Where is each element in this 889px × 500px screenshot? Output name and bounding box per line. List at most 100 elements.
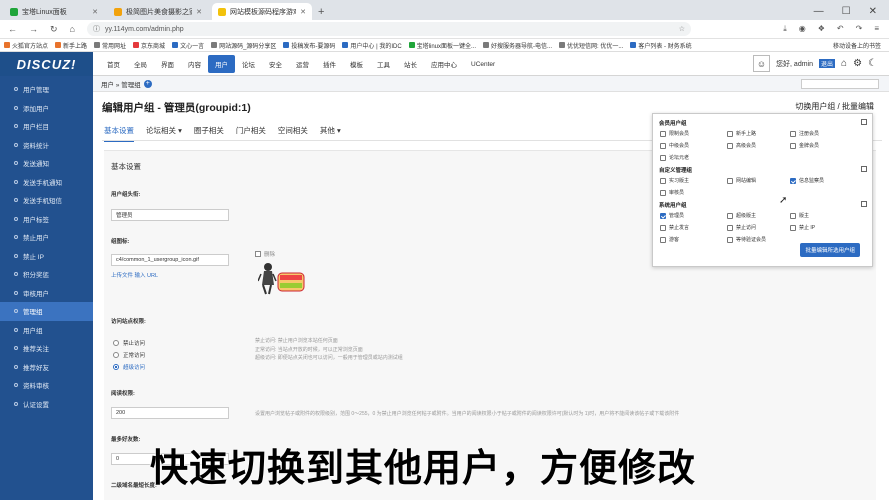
maximize-icon[interactable]: ☐ [842, 6, 851, 17]
checkbox-icon[interactable] [790, 130, 796, 137]
site-info-icon[interactable]: ⓘ [93, 24, 100, 34]
bookmark-item[interactable]: 投稿发布-要源码 [283, 41, 335, 50]
checkbox-icon[interactable] [727, 212, 733, 219]
top-nav-item[interactable]: 安全 [262, 55, 289, 73]
group-checkbox-item[interactable]: 禁止发言 [660, 224, 689, 231]
group-checkbox-item[interactable]: 新手上路 [727, 130, 756, 137]
checkbox-icon[interactable] [660, 189, 666, 196]
top-nav-item[interactable]: 全局 [127, 55, 154, 73]
group-checkbox-item[interactable]: 信息监察员 [790, 177, 824, 184]
group-checkbox-item[interactable]: 高级会员 [727, 142, 756, 149]
top-nav-item[interactable]: 插件 [316, 55, 343, 73]
bookmark-item[interactable]: 用户中心 | 我的IDC [342, 41, 402, 50]
top-nav-item[interactable]: 界面 [154, 55, 181, 73]
switch-group-link[interactable]: 切换用户组 / 批量编辑 [795, 101, 874, 112]
bookmark-item[interactable]: 网站源码_源码分享区 [211, 41, 276, 50]
close-tab-icon[interactable]: ✕ [196, 8, 202, 16]
batch-edit-button[interactable]: 批量编辑所选用户组 [800, 243, 860, 257]
avatar[interactable]: ☺ [753, 55, 771, 72]
checkbox-icon[interactable] [790, 212, 796, 219]
undo-icon[interactable]: ↶ [837, 24, 844, 34]
bookmark-item[interactable]: 客户列表 - 财务系统 [630, 41, 692, 50]
sidebar-item[interactable]: 发送手机通知 [0, 173, 93, 192]
url-field[interactable]: ⓘ yy.114ym.com/admin.php ☆ [86, 22, 691, 36]
logout-link[interactable]: 退出 [819, 59, 836, 68]
bookmark-item[interactable]: 常用网址 [94, 41, 126, 50]
checkbox-icon[interactable] [727, 142, 733, 149]
forward-icon[interactable]: → [29, 24, 38, 35]
close-tab-icon[interactable]: ✕ [92, 8, 98, 16]
checkbox-icon[interactable] [660, 236, 666, 243]
admin-search-input[interactable] [801, 79, 879, 89]
bookmark-star-icon[interactable]: ☆ [679, 25, 685, 33]
checkbox-icon[interactable] [790, 142, 796, 149]
sidebar-item[interactable]: 用户栏目 [0, 117, 93, 136]
select-all-checkbox[interactable] [861, 201, 867, 207]
top-nav-item[interactable]: 工具 [370, 55, 397, 73]
checkbox-icon[interactable] [660, 154, 666, 161]
bookmark-item[interactable]: 宝塔linux面板一键全... [408, 41, 476, 50]
home-icon[interactable]: ⌂ [70, 24, 75, 35]
access-radio-deny[interactable]: 禁止访问 [113, 339, 145, 347]
group-checkbox-item[interactable]: 注册会员 [790, 130, 819, 137]
sidebar-item[interactable]: 认证设置 [0, 395, 93, 414]
group-checkbox-item[interactable]: 禁止 IP [790, 224, 815, 231]
bookmark-item[interactable]: 京东商城 [133, 41, 165, 50]
add-shortcut-icon[interactable]: + [143, 79, 152, 88]
checkbox-icon[interactable] [660, 177, 666, 184]
checkbox-icon[interactable] [727, 130, 733, 137]
sidebar-item[interactable]: 禁止用户 [0, 228, 93, 247]
top-nav-item[interactable]: 论坛 [235, 55, 262, 73]
sidebar-item[interactable]: 发送通知 [0, 154, 93, 173]
sidebar-item[interactable]: 用户管理 [0, 80, 93, 99]
sidebar-item[interactable]: 管理组 [0, 302, 93, 321]
bookmark-item[interactable]: 新手上路 [55, 41, 87, 50]
sidebar-item[interactable]: 用户组 [0, 321, 93, 340]
sidebar-item[interactable]: 审核用户 [0, 284, 93, 303]
home-icon[interactable]: ⌂ [841, 58, 847, 69]
close-window-icon[interactable]: ✕ [869, 6, 877, 17]
read-permission-input[interactable]: 200 [111, 407, 229, 419]
gear-icon[interactable]: ⚙ [853, 58, 862, 69]
account-icon[interactable]: ◉ [799, 24, 806, 34]
top-nav-item[interactable]: 模板 [343, 55, 370, 73]
group-checkbox-item[interactable]: 实习版主 [660, 177, 689, 184]
download-icon[interactable]: ⤓ [783, 24, 787, 34]
top-nav-item[interactable]: 应用中心 [424, 55, 464, 73]
bookmark-item[interactable]: 火狐官方站点 [4, 41, 48, 50]
extensions-icon[interactable]: ❖ [818, 24, 825, 34]
reload-icon[interactable]: ↻ [50, 24, 58, 35]
upload-url-link[interactable]: 上传文件 输入 URL [111, 271, 158, 279]
mobile-bookmarks[interactable]: 移动设备上的书签 [833, 41, 881, 50]
sidebar-item[interactable]: 发送手机短信 [0, 191, 93, 210]
group-checkbox-item[interactable]: 版主 [790, 212, 809, 219]
access-radio-normal[interactable]: 正常访问 [113, 351, 145, 359]
browser-tab[interactable]: 极简图片美食摄影之家精品壁纸...✕ [108, 3, 208, 20]
bookmark-item[interactable]: 好搜服务器导航-电信... [483, 41, 552, 50]
checkbox-icon[interactable] [727, 177, 733, 184]
back-icon[interactable]: ← [8, 24, 17, 35]
sidebar-item[interactable]: 禁止 IP [0, 247, 93, 266]
bookmark-item[interactable]: 文心一言 [172, 41, 204, 50]
checkbox-icon[interactable] [790, 224, 796, 231]
group-checkbox-item[interactable]: 中级会员 [660, 142, 689, 149]
close-tab-icon[interactable]: ✕ [300, 8, 306, 16]
theme-toggle-icon[interactable]: ☾ [868, 58, 877, 69]
browser-tab[interactable]: 宝塔Linux面板 ✕ [4, 3, 104, 20]
group-checkbox-item[interactable]: 等待验证会员 [727, 236, 766, 243]
icon-delete-checkbox[interactable]: 删除 [255, 250, 275, 258]
group-checkbox-item[interactable]: 网站编辑 [727, 177, 756, 184]
bookmark-item[interactable]: 优优短信网: 优优一... [559, 41, 623, 50]
minimize-icon[interactable]: — [814, 6, 824, 17]
sidebar-item[interactable]: 积分奖惩 [0, 265, 93, 284]
group-checkbox-item[interactable]: 禁止访问 [727, 224, 756, 231]
top-nav-item[interactable]: 用户 [208, 55, 235, 73]
top-nav-item[interactable]: 站长 [397, 55, 424, 73]
access-radio-super[interactable]: 超级访问 [113, 363, 145, 371]
discuz-logo[interactable]: DISCUZ! [0, 52, 93, 76]
group-checkbox-item[interactable]: 金牌会员 [790, 142, 819, 149]
sidebar-item[interactable]: 添加用户 [0, 99, 93, 118]
browser-tab-active[interactable]: 网站模板源码程序游戏工具软件...✕ [212, 3, 312, 20]
group-checkbox-item[interactable]: 论坛元老 [660, 154, 689, 161]
group-checkbox-item[interactable]: 超级版主 [727, 212, 756, 219]
